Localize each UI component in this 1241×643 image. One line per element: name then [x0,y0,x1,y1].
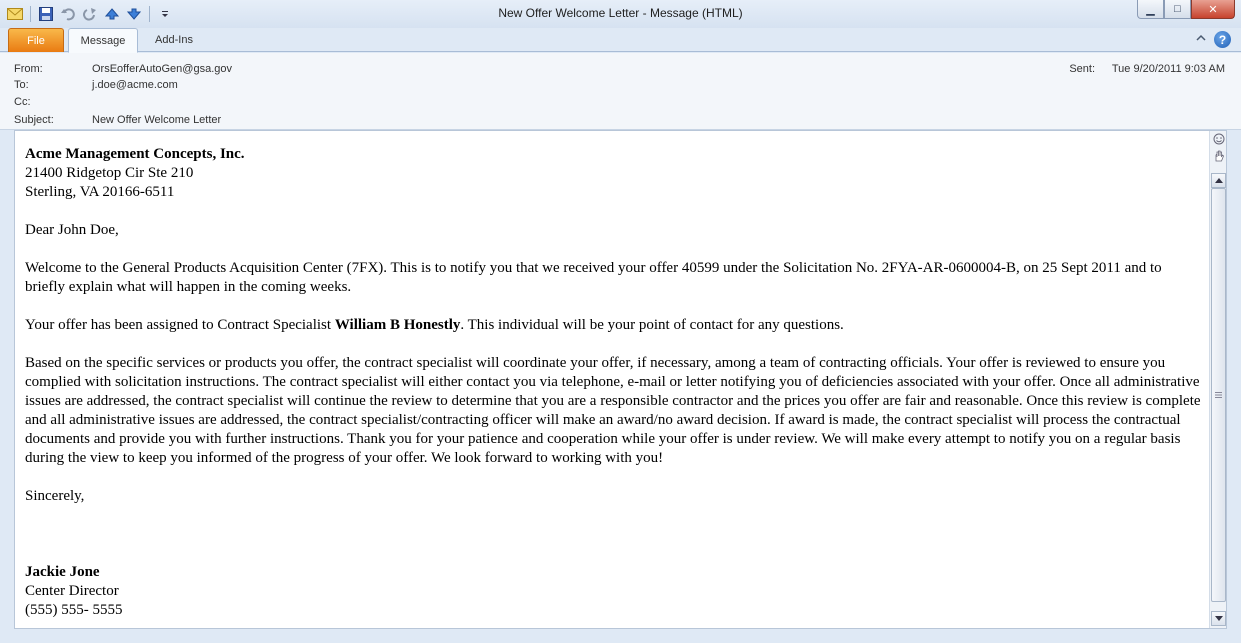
message-header: From: OrsEofferAutoGen@gsa.gov To: j.doe… [0,53,1241,130]
specialist-name: William B Honestly [334,317,461,333]
closing: Sincerely, [25,488,85,504]
sent-label: Sent: [1069,63,1095,75]
sent-row: Sent: Tue 9/20/2011 9:03 AM [1069,63,1225,75]
signer-title: Center Director [25,583,119,599]
collapse-ribbon-icon[interactable] [1196,34,1206,45]
from-label: From: [14,63,43,75]
message-body-frame[interactable]: Acme Management Concepts, Inc. 21400 Rid… [14,130,1227,629]
window-controls: ▁ □ ✕ [1137,0,1235,19]
scrollbar-tools [1211,133,1226,165]
from-value[interactable]: OrsEofferAutoGen@gsa.gov [92,63,232,75]
cc-label: Cc: [14,96,31,108]
subject-value: New Offer Welcome Letter [92,114,222,126]
scroll-up-button[interactable] [1211,173,1226,188]
to-value[interactable]: j.doe@acme.com [92,79,178,91]
hand-icon[interactable] [1213,150,1225,165]
assignment-text-pre: Your offer has been assigned to Contract… [25,317,335,333]
close-button[interactable]: ✕ [1191,0,1235,19]
maximize-button[interactable]: □ [1164,0,1191,19]
scroll-down-button[interactable] [1211,611,1226,626]
status-bar [0,629,1241,643]
smiley-icon[interactable] [1213,133,1225,148]
scrollbar-thumb[interactable] [1211,188,1226,602]
assignment-text-post: . This individual will be your point of … [460,317,844,333]
paragraph-process: Based on the specific services or produc… [25,355,1201,466]
company-name: Acme Management Concepts, Inc. [25,146,245,162]
sent-value: Tue 9/20/2011 9:03 AM [1111,63,1225,75]
address-line-2: Sterling, VA 20166-6511 [25,184,175,200]
vertical-scrollbar[interactable] [1209,131,1226,628]
subject-label: Subject: [14,114,54,126]
minimize-button[interactable]: ▁ [1137,0,1164,19]
tab-add-ins[interactable]: Add-Ins [142,28,206,52]
greeting: Dear John Doe, [25,222,119,238]
to-label: To: [14,79,29,91]
ribbon-tabs: File Message Add-Ins [0,28,1241,53]
signer-name: Jackie Jone [25,564,100,580]
tab-file[interactable]: File [8,28,64,52]
ribbon-right-controls: ? [1196,31,1231,48]
title-bar: New Offer Welcome Letter - Message (HTML… [0,0,1241,28]
signer-phone: (555) 555- 5555 [25,602,123,618]
help-icon[interactable]: ? [1214,31,1231,48]
window-title: New Offer Welcome Letter - Message (HTML… [498,6,743,20]
tab-message[interactable]: Message [68,28,138,53]
paragraph-welcome: Welcome to the General Products Acquisit… [25,260,1162,295]
paragraph-assignment: Your offer has been assigned to Contract… [25,316,1205,335]
message-body: Acme Management Concepts, Inc. 21400 Rid… [25,145,1205,620]
address-line-1: 21400 Ridgetop Cir Ste 210 [25,165,194,181]
